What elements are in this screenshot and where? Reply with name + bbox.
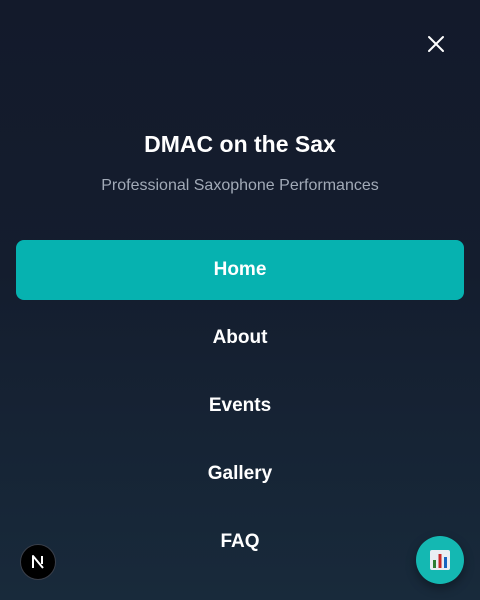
nav-item-gallery[interactable]: Gallery: [16, 444, 464, 504]
site-title: DMAC on the Sax: [144, 131, 336, 157]
nextjs-dev-badge[interactable]: [20, 544, 56, 580]
mobile-nav-menu: Home About Events Gallery FAQ: [16, 240, 464, 580]
brand-header: DMAC on the Sax Professional Saxophone P…: [0, 128, 480, 196]
nav-item-about[interactable]: About: [16, 308, 464, 368]
nav-item-home[interactable]: Home: [16, 240, 464, 300]
close-icon: [428, 36, 444, 52]
nav-item-faq[interactable]: FAQ: [16, 512, 464, 572]
site-subtitle: Professional Saxophone Performances: [101, 177, 379, 194]
bar-chart-icon: [430, 550, 450, 570]
nextjs-logo-icon: [32, 555, 44, 569]
nav-item-events[interactable]: Events: [16, 376, 464, 436]
close-menu-button[interactable]: [422, 30, 450, 58]
stats-floating-button[interactable]: [416, 536, 464, 584]
